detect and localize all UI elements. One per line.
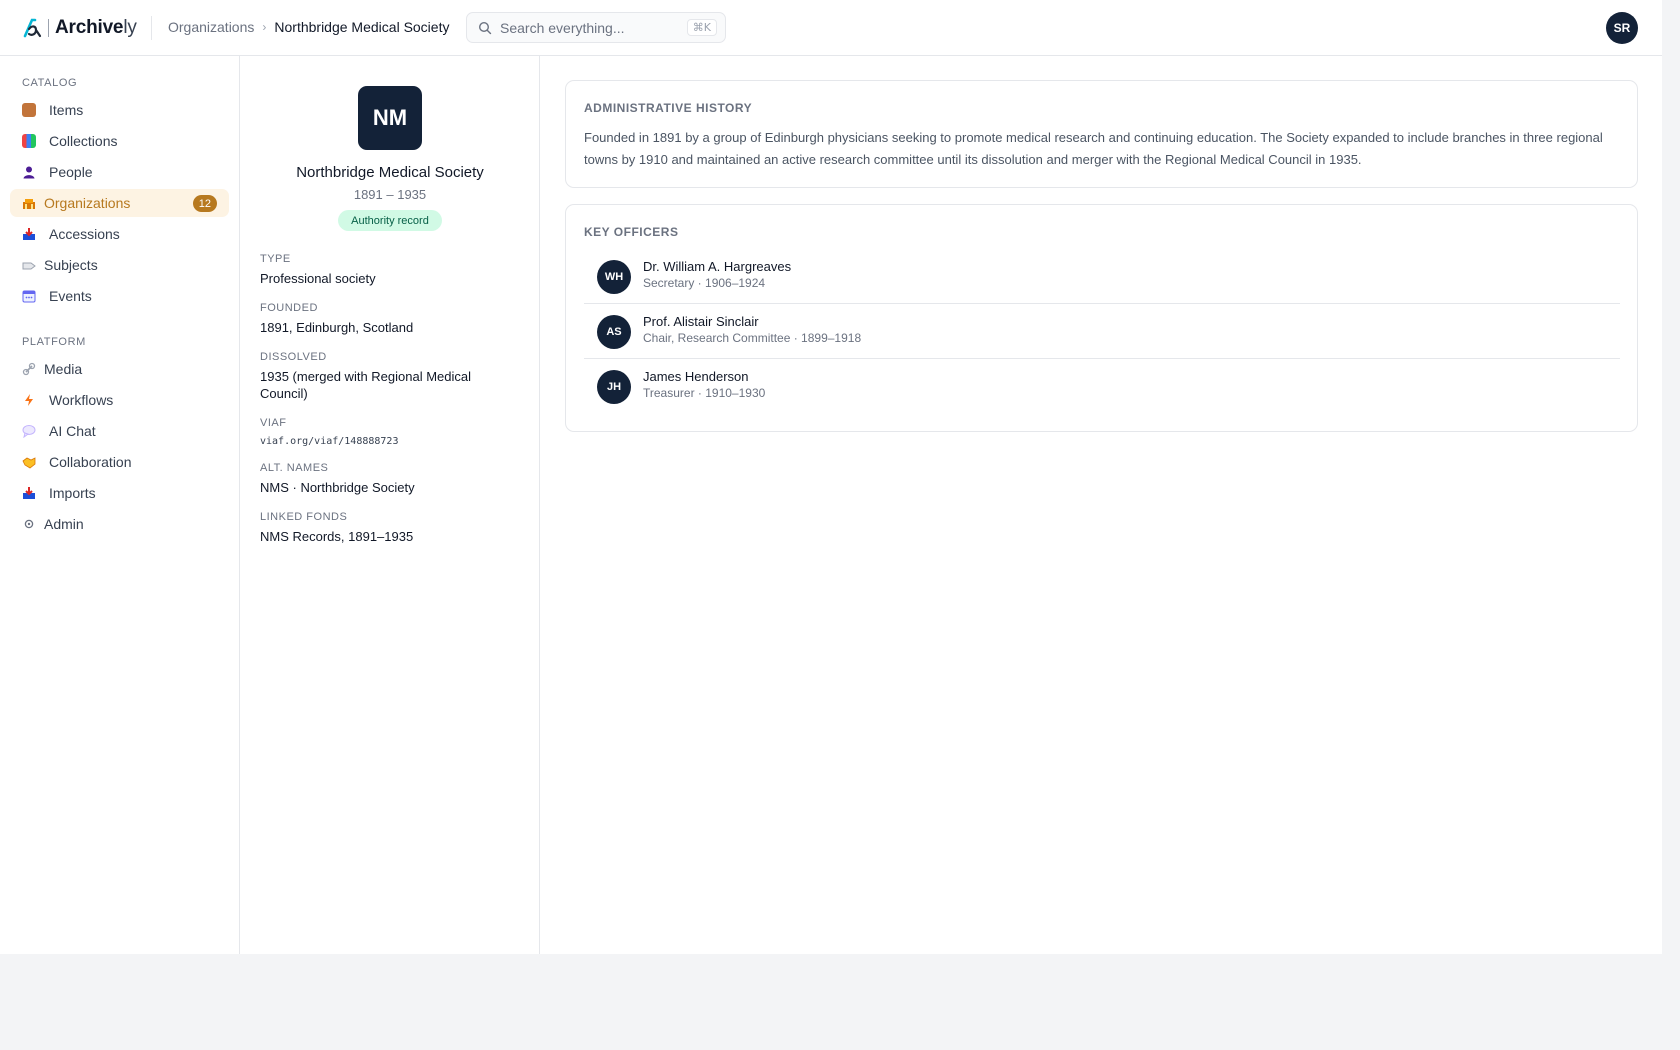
officer-name[interactable]: James Henderson [643,369,749,384]
sidebar-item-label: Collections [49,133,118,149]
officer-role: Chair, Research Committee · 1899–1918 [643,331,862,345]
sidebar-item-label: Workflows [49,392,114,408]
sidebar-item-media[interactable]: Media [10,355,229,383]
sidebar-item-subjects[interactable]: Subjects [10,251,229,279]
officer-role: Secretary · 1906–1924 [643,276,766,290]
type-label: TYPE [260,253,291,265]
organization-profile-panel: NM Northbridge Medical Society 1891 – 19… [240,56,540,954]
breadcrumb: Organizations › Northbridge Medical Soci… [168,19,449,35]
box-icon [22,103,36,117]
gear-icon [22,517,36,531]
sidebar-item-workflows[interactable]: Workflows [10,386,229,414]
officer-avatar: JH [597,370,631,404]
organization-dates: 1891 – 1935 [353,187,427,202]
search-icon [478,21,492,34]
sidebar-item-label: Media [44,361,83,377]
sidebar-item-people[interactable]: People [10,158,229,186]
officer-row[interactable]: WH Dr. William A. Hargreaves Secretary ·… [584,249,1620,304]
dissolved-value: 1935 (merged with Regional Medical Counc… [260,369,472,401]
building-icon [22,196,36,210]
officer-role: Treasurer · 1910–1930 [643,386,766,400]
key-officers-title: KEY OFFICERS [584,225,679,239]
sidebar-item-label: Subjects [44,257,98,273]
officer-avatar: WH [597,260,631,294]
platform-section-label: PLATFORM [22,336,86,348]
sidebar-item-collaboration[interactable]: Collaboration [10,448,229,476]
logo-main-text: Archive [55,17,124,38]
search-bar[interactable]: ⌘K [466,12,726,43]
logo-wordmark: Archively [55,17,137,39]
founded-label: FOUNDED [260,302,318,314]
lightning-icon [22,393,36,407]
app-shell: Archively Organizations › Northbridge Me… [0,0,1662,954]
sidebar-item-label: Imports [49,485,96,501]
dissolved-label: DISSOLVED [260,351,327,363]
chat-bubble-icon [22,424,36,438]
search-shortcut-hint: ⌘K [686,19,717,36]
linked-fonds-link[interactable]: NMS Records, 1891–1935 [260,528,500,545]
officer-row[interactable]: JH James Henderson Treasurer · 1910–1930 [584,359,1620,414]
sidebar: CATALOG Items Collections People Organiz… [0,56,240,954]
sidebar-item-label: Items [49,102,84,118]
officer-name[interactable]: Prof. Alistair Sinclair [643,314,759,329]
sidebar-item-events[interactable]: Events [10,282,229,310]
header-divider [151,16,152,40]
inbox-tray-icon [22,486,36,500]
sidebar-item-imports[interactable]: Imports [10,479,229,507]
logo-accent-text: ly [123,17,137,38]
key-officers-card: KEY OFFICERS WH Dr. William A. Hargreave… [565,204,1638,432]
officer-name[interactable]: Dr. William A. Hargreaves [643,259,791,274]
sidebar-item-label: People [49,164,93,180]
organization-name: Northbridge Medical Society [296,164,484,181]
logo-separator [48,19,49,37]
organizations-count-badge: 12 [192,195,217,212]
user-avatar[interactable]: SR [1606,12,1638,44]
books-icon [22,134,36,148]
inbox-icon [22,227,36,241]
officer-avatar: AS [597,315,631,349]
sidebar-item-label: Admin [44,516,84,532]
sidebar-item-label: Events [49,288,92,304]
sidebar-item-organizations[interactable]: Organizations 12 [10,189,229,217]
sidebar-item-admin[interactable]: Admin [10,510,229,538]
sidebar-item-label: Accessions [49,226,120,242]
alt-names-value: NMS · Northbridge Society [260,480,415,495]
authority-record-badge: Authority record [338,210,442,231]
organization-avatar: NM [358,86,422,150]
sidebar-item-label: Collaboration [49,454,132,470]
viaf-label: VIAF [260,417,287,429]
sidebar-item-accessions[interactable]: Accessions [10,220,229,248]
person-icon [22,165,36,179]
officer-row[interactable]: AS Prof. Alistair Sinclair Chair, Resear… [584,304,1620,359]
handshake-icon [22,455,36,469]
app-logo[interactable]: Archively [23,16,137,40]
sidebar-item-ai-chat[interactable]: AI Chat [10,417,229,445]
breadcrumb-current: Northbridge Medical Society [274,19,450,35]
catalog-section-label: CATALOG [22,77,78,89]
alt-names-label: ALT. NAMES [260,462,329,474]
search-input[interactable] [500,19,687,36]
link-icon [22,362,36,376]
administrative-history-text: Founded in 1891 by a group of Edinburgh … [584,130,1603,167]
calendar-icon [22,289,36,303]
top-bar: Archively Organizations › Northbridge Me… [0,0,1662,56]
sidebar-item-collections[interactable]: Collections [10,127,229,155]
administrative-history-title: ADMINISTRATIVE HISTORY [584,101,753,115]
sidebar-item-label: AI Chat [49,423,96,439]
logo-mark-icon [23,18,42,38]
tag-icon [22,258,36,272]
sidebar-item-label: Organizations [44,195,131,211]
sidebar-item-items[interactable]: Items [10,96,229,124]
founded-value: 1891, Edinburgh, Scotland [260,320,414,335]
linked-fonds-label: LINKED FONDS [260,511,348,523]
breadcrumb-organizations-link[interactable]: Organizations [168,19,254,35]
viaf-link[interactable]: viaf.org/viaf/148888723 [260,433,500,450]
type-value: Professional society [260,271,376,286]
administrative-history-card: ADMINISTRATIVE HISTORY Founded in 1891 b… [565,80,1638,188]
breadcrumb-chevron-icon: › [262,20,267,34]
